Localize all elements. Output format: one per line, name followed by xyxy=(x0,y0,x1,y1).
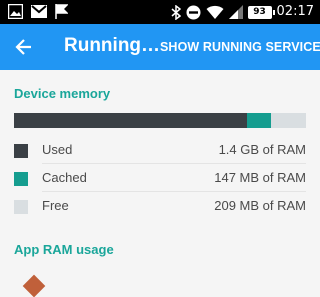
legend-label: Cached xyxy=(42,170,87,185)
cached-swatch xyxy=(14,172,28,186)
gmail-icon xyxy=(31,5,47,18)
wifi-icon xyxy=(206,5,224,19)
memory-bar-used-segment xyxy=(14,113,247,128)
back-arrow-icon[interactable] xyxy=(14,37,34,57)
bluetooth-icon xyxy=(171,4,181,20)
flag-icon xyxy=(55,4,68,19)
memory-bar-cached-segment xyxy=(247,113,271,128)
legend-label: Free xyxy=(42,198,69,213)
legend-value: 209 MB of RAM xyxy=(214,198,306,213)
free-swatch xyxy=(14,200,28,214)
used-swatch xyxy=(14,144,28,158)
image-icon xyxy=(8,4,23,19)
page-title: Running… xyxy=(64,35,161,56)
device-memory-header: Device memory xyxy=(14,86,111,101)
legend-value: 147 MB of RAM xyxy=(214,170,306,185)
app-ram-usage-header: App RAM usage xyxy=(14,242,114,257)
legend-value: 1.4 GB of RAM xyxy=(218,142,306,157)
do-not-disturb-icon xyxy=(186,5,201,19)
divider xyxy=(42,191,306,192)
signal-icon xyxy=(228,5,243,19)
battery-level: 93 xyxy=(253,6,266,17)
memory-usage-bar xyxy=(14,113,306,128)
app-icon[interactable] xyxy=(22,274,46,297)
legend-row-used: Used 1.4 GB of RAM xyxy=(14,140,306,164)
legend-row-free: Free 209 MB of RAM xyxy=(14,196,306,220)
legend-row-cached: Cached 147 MB of RAM xyxy=(14,168,306,192)
status-bar: 93 02:17 xyxy=(0,0,320,24)
legend-label: Used xyxy=(42,142,73,157)
app-bar: Running… SHOW RUNNING SERVICES xyxy=(0,24,320,70)
clock: 02:17 xyxy=(276,4,314,19)
battery-icon: 93 xyxy=(247,5,275,19)
show-running-services-button[interactable]: SHOW RUNNING SERVICES xyxy=(160,40,320,54)
divider xyxy=(42,163,306,164)
